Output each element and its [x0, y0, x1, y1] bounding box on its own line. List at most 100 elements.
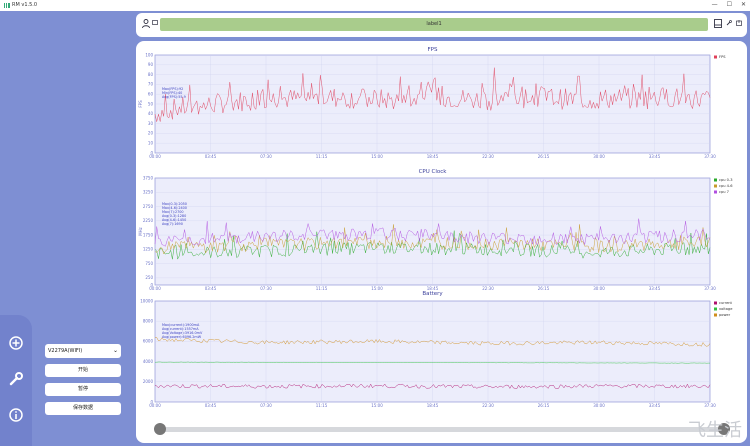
- x-tick-label: 03:45: [205, 154, 217, 159]
- stat-annotation: Avg(power):6096.2mW: [162, 335, 202, 339]
- x-tick-label: 00:00: [149, 154, 161, 159]
- y-tick-label: 250: [145, 275, 153, 280]
- app-title-area: RM v1.5.0: [4, 2, 37, 8]
- device-select-value: V2279A(WIFI): [48, 348, 83, 354]
- x-tick-label: 07:30: [260, 154, 272, 159]
- y-tick-label: 1250: [143, 247, 154, 252]
- monitor-icon[interactable]: [152, 19, 158, 28]
- legend-swatch: [714, 184, 717, 188]
- maximize-button[interactable]: ☐: [727, 1, 732, 8]
- x-tick-label: 03:45: [205, 403, 217, 408]
- device-select[interactable]: V2279A(WIFI) ⌄: [45, 344, 121, 358]
- charts-panel: FPS 0 10 20 30 40 50 60 70 80 90 100 FPS 00:00 03:45 07…: [136, 41, 747, 443]
- x-tick-label: 00:00: [149, 286, 161, 291]
- slider-start-handle[interactable]: [154, 423, 166, 435]
- plus-circle-icon[interactable]: [8, 335, 24, 351]
- legend-swatch: [714, 307, 717, 311]
- y-tick-label: 30: [148, 121, 154, 126]
- y-tick-label: 1750: [143, 232, 154, 237]
- x-tick-label: 00:00: [149, 403, 161, 408]
- signal-bars-icon: [4, 2, 10, 8]
- x-tick-label: 11:15: [316, 403, 328, 408]
- legend-label: current: [719, 301, 733, 305]
- legend-label: cpu 0-3: [719, 178, 733, 182]
- close-button[interactable]: ✕: [741, 1, 746, 8]
- y-tick-label: 8000: [143, 319, 154, 324]
- stat-annotation: Avg(FPS):55.9: [162, 95, 186, 99]
- save-data-button[interactable]: 保存数据: [45, 402, 121, 415]
- app-title: RM v1.5.0: [12, 2, 38, 8]
- x-tick-label: 37:30: [704, 154, 716, 159]
- tool-rail: [0, 315, 32, 446]
- chart-title: FPS: [428, 47, 438, 53]
- window-titlebar: RM v1.5.0 — ☐ ✕: [0, 0, 750, 11]
- y-tick-label: 6000: [143, 339, 154, 344]
- x-tick-label: 18:45: [427, 154, 439, 159]
- legend-swatch: [714, 55, 717, 59]
- y-tick-label: 750: [145, 261, 153, 266]
- x-tick-label: 33:45: [649, 286, 661, 291]
- time-range-slider[interactable]: [156, 427, 726, 432]
- chart-title: Battery: [422, 291, 443, 297]
- wrench-icon[interactable]: [8, 371, 24, 387]
- window-controls: — ☐ ✕: [712, 1, 746, 8]
- legend-label: cpu 7: [719, 190, 729, 194]
- x-tick-label: 33:45: [649, 154, 661, 159]
- x-tick-label: 22:30: [482, 286, 494, 291]
- x-tick-label: 22:30: [482, 403, 494, 408]
- top-toolbar: label1: [136, 13, 747, 37]
- x-tick-label: 26:15: [538, 286, 550, 291]
- stat-annotation: Avg(7):1690: [162, 222, 183, 226]
- y-tick-label: 60: [148, 92, 154, 97]
- x-tick-label: 18:45: [427, 403, 439, 408]
- legend-label: FPS: [719, 55, 726, 59]
- y-tick-label: 3750: [143, 175, 154, 180]
- y-tick-label: 90: [148, 62, 154, 67]
- y-tick-label: 80: [148, 72, 154, 77]
- tool-icon[interactable]: [726, 19, 732, 28]
- legend-swatch: [714, 190, 717, 194]
- x-tick-label: 15:00: [371, 286, 383, 291]
- y-tick-label: 50: [148, 101, 154, 106]
- export-icon[interactable]: [736, 19, 742, 28]
- x-tick-label: 30:00: [593, 403, 605, 408]
- minimize-button[interactable]: —: [712, 1, 718, 8]
- y-tick-label: 4000: [143, 359, 154, 364]
- info-icon[interactable]: [8, 407, 24, 423]
- x-tick-label: 07:30: [260, 403, 272, 408]
- charts-svg: FPS0102030405060708090100FPS00:00 03:45 07…: [138, 47, 733, 408]
- x-tick-label: 26:15: [538, 154, 550, 159]
- save-icon[interactable]: [714, 19, 722, 30]
- legend-label: voltage: [719, 307, 733, 311]
- pause-button[interactable]: 暂停: [45, 383, 121, 396]
- legend-swatch: [714, 313, 717, 317]
- y-tick-label: 2000: [143, 379, 154, 384]
- x-tick-label: 22:30: [482, 154, 494, 159]
- y-tick-label: 100: [145, 52, 153, 57]
- legend-swatch: [714, 301, 717, 305]
- legend-swatch: [714, 178, 717, 182]
- x-tick-label: 03:45: [205, 286, 217, 291]
- y-axis-label: MHz: [138, 227, 143, 236]
- x-tick-label: 26:15: [538, 403, 550, 408]
- chart-title: CPU Clock: [419, 169, 448, 175]
- y-tick-label: 2250: [143, 218, 154, 223]
- y-tick-label: 10000: [140, 298, 153, 303]
- x-tick-label: 33:45: [649, 403, 661, 408]
- y-tick-label: 70: [148, 82, 154, 87]
- x-tick-label: 15:00: [371, 154, 383, 159]
- person-icon[interactable]: [142, 19, 150, 30]
- x-tick-label: 37:30: [704, 286, 716, 291]
- y-tick-label: 3250: [143, 190, 154, 195]
- start-button[interactable]: 开始: [45, 364, 121, 377]
- x-tick-label: 37:30: [704, 403, 716, 408]
- y-tick-label: 40: [148, 111, 154, 116]
- x-tick-label: 11:15: [316, 286, 328, 291]
- legend-label: cpu 4-6: [719, 184, 733, 188]
- y-axis-label: FPS: [138, 100, 143, 108]
- legend-label: power: [719, 313, 731, 317]
- watermark-logo: 飞生活: [688, 420, 742, 441]
- x-tick-label: 15:00: [371, 403, 383, 408]
- status-label-bar: label1: [160, 18, 708, 31]
- y-tick-label: 2750: [143, 204, 154, 209]
